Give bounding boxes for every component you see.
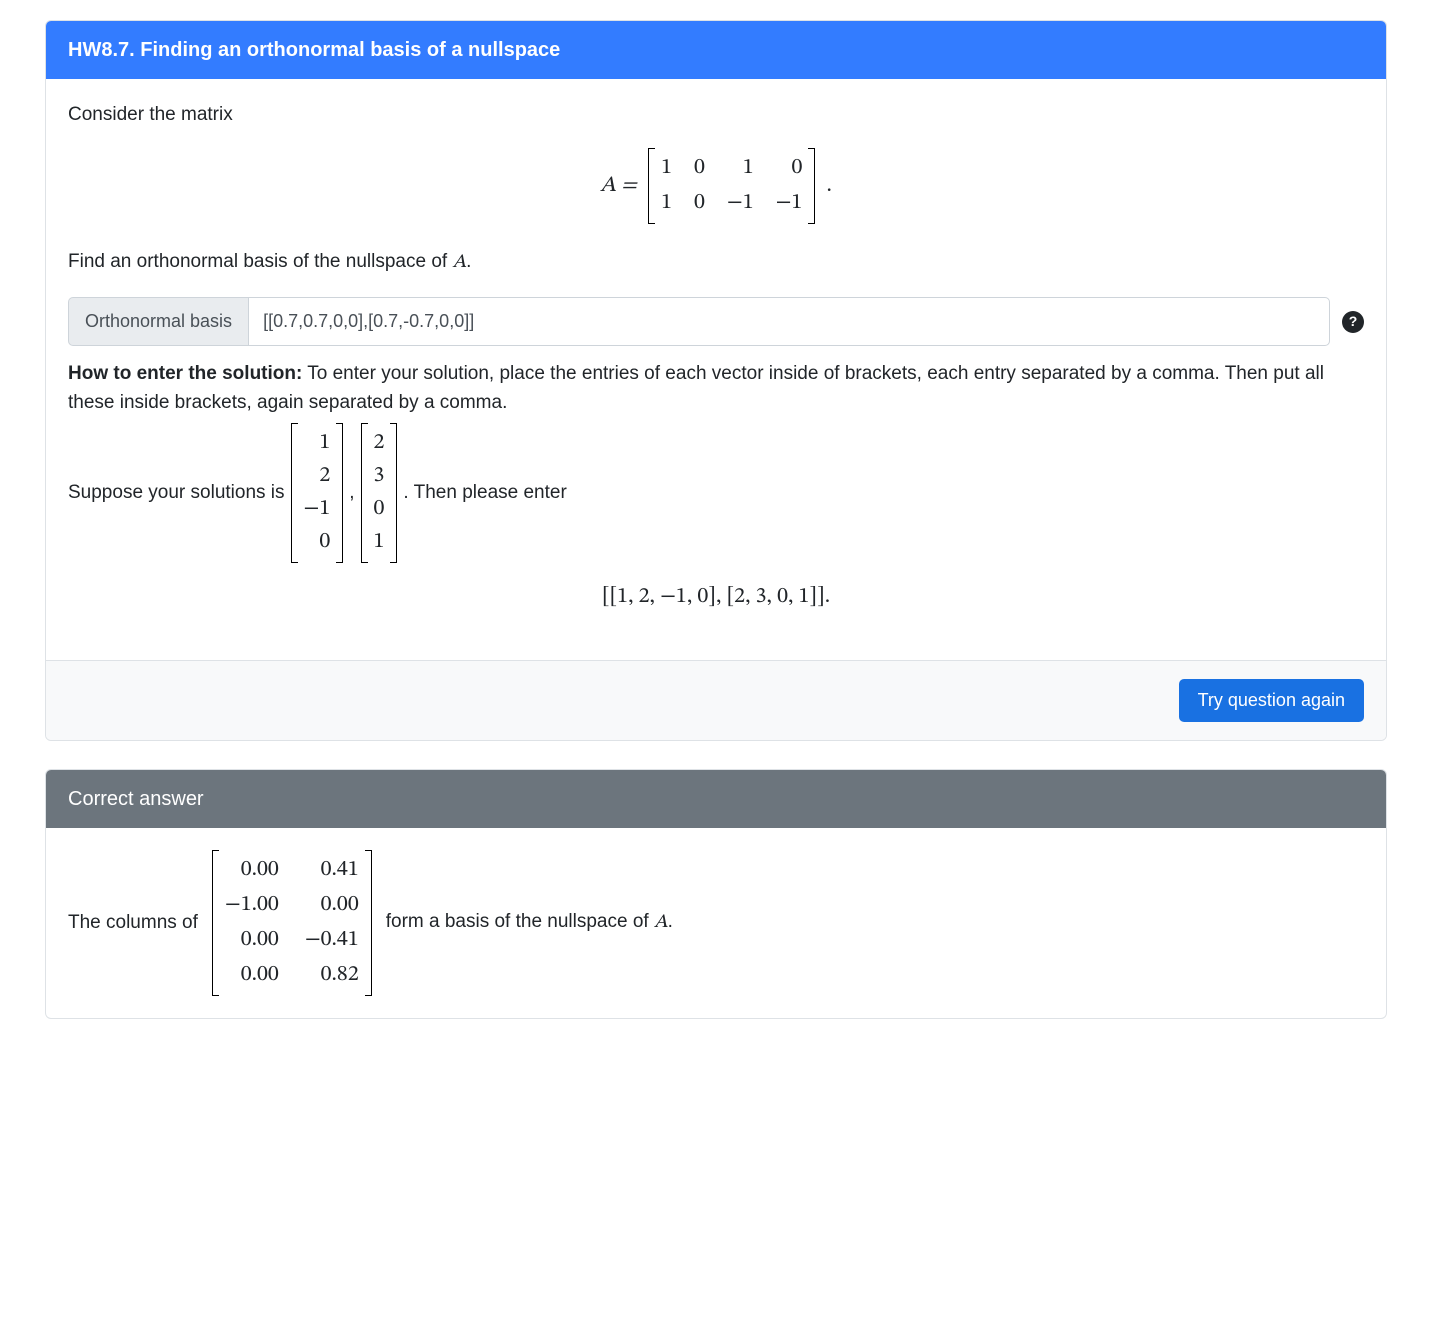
example-vector-1: 1 2 −1 0 [291, 423, 344, 563]
question-card: HW8.7. Finding an orthonormal basis of a… [45, 20, 1387, 741]
matrix-cell: −1 [727, 187, 754, 220]
matrix-trailer: . [827, 175, 832, 197]
matrix-cell: −1 [304, 493, 331, 526]
matrix-cell: 0.82 [305, 959, 359, 992]
matrix-lhs: A = [600, 175, 637, 197]
answer-header: Correct answer [46, 770, 1386, 828]
answer-body: The columns of 0.00 0.41 −1.00 0.00 0.00… [46, 828, 1386, 1018]
matrix-cell: 0.00 [305, 889, 359, 922]
matrix-cell: 1 [304, 427, 331, 460]
try-again-button[interactable]: Try question again [1179, 679, 1364, 722]
example-entry-display: [[1, 2, −1, 0], [2, 3, 0, 1]]. [68, 581, 1364, 614]
matrix-A-display: A = 1 0 1 0 1 0 −1 −1 [68, 148, 1364, 224]
answer-input[interactable]: [[0.7,0.7,0,0],[0.7,-0.7,0,0]] [248, 297, 1330, 346]
suppose-after: . Then please enter [403, 479, 566, 508]
matrix-cell: 0 [694, 152, 705, 185]
matrix-cell: 1 [661, 187, 672, 220]
matrix-cell: 0.00 [225, 924, 279, 957]
matrix-cell: −1 [776, 187, 803, 220]
matrix-cell: 0.00 [225, 959, 279, 992]
answer-matrix: 0.00 0.41 −1.00 0.00 0.00 −0.41 0.00 0.8… [212, 850, 372, 996]
answer-card: Correct answer The columns of 0.00 0.41 … [45, 769, 1387, 1019]
example-line: Suppose your solutions is 1 2 −1 0 , [68, 423, 1364, 563]
matrix-cell: 0.41 [305, 854, 359, 887]
comma-separator: , [349, 479, 354, 508]
help-icon[interactable]: ? [1342, 311, 1364, 333]
matrix-cell: 0 [776, 152, 803, 185]
matrix-cell: 0.00 [225, 854, 279, 887]
matrix-cell: 0 [694, 187, 705, 220]
question-footer: Try question again [46, 660, 1386, 740]
answer-text-before: The columns of [68, 909, 198, 938]
matrix-cell: 3 [374, 460, 385, 493]
matrix-cell: 0 [304, 526, 331, 559]
answer-input-label: Orthonormal basis [68, 297, 248, 346]
answer-input-row: Orthonormal basis [[0.7,0.7,0,0],[0.7,-0… [68, 297, 1364, 346]
matrix-cell: 2 [374, 427, 385, 460]
suppose-before: Suppose your solutions is [68, 479, 285, 508]
matrix-cell: −1.00 [225, 889, 279, 922]
matrix-cell: −0.41 [305, 924, 359, 957]
matrix-cell: 1 [661, 152, 672, 185]
answer-text-after: form a basis of the nullspace of A. [386, 908, 673, 938]
intro-text: Consider the matrix [68, 101, 1364, 130]
question-body: Consider the matrix A = 1 0 1 0 1 0 −1 [46, 79, 1386, 660]
matrix-cell: 1 [727, 152, 754, 185]
matrix-cell: 1 [374, 526, 385, 559]
prompt-text: Find an orthonormal basis of the nullspa… [68, 248, 1364, 278]
matrix-cell: 0 [374, 493, 385, 526]
matrix-cell: 2 [304, 460, 331, 493]
howto-text: How to enter the solution: To enter your… [68, 360, 1364, 417]
example-vector-2: 2 3 0 1 [361, 423, 398, 563]
matrix-A: 1 0 1 0 1 0 −1 −1 [648, 148, 815, 224]
question-header: HW8.7. Finding an orthonormal basis of a… [46, 21, 1386, 79]
